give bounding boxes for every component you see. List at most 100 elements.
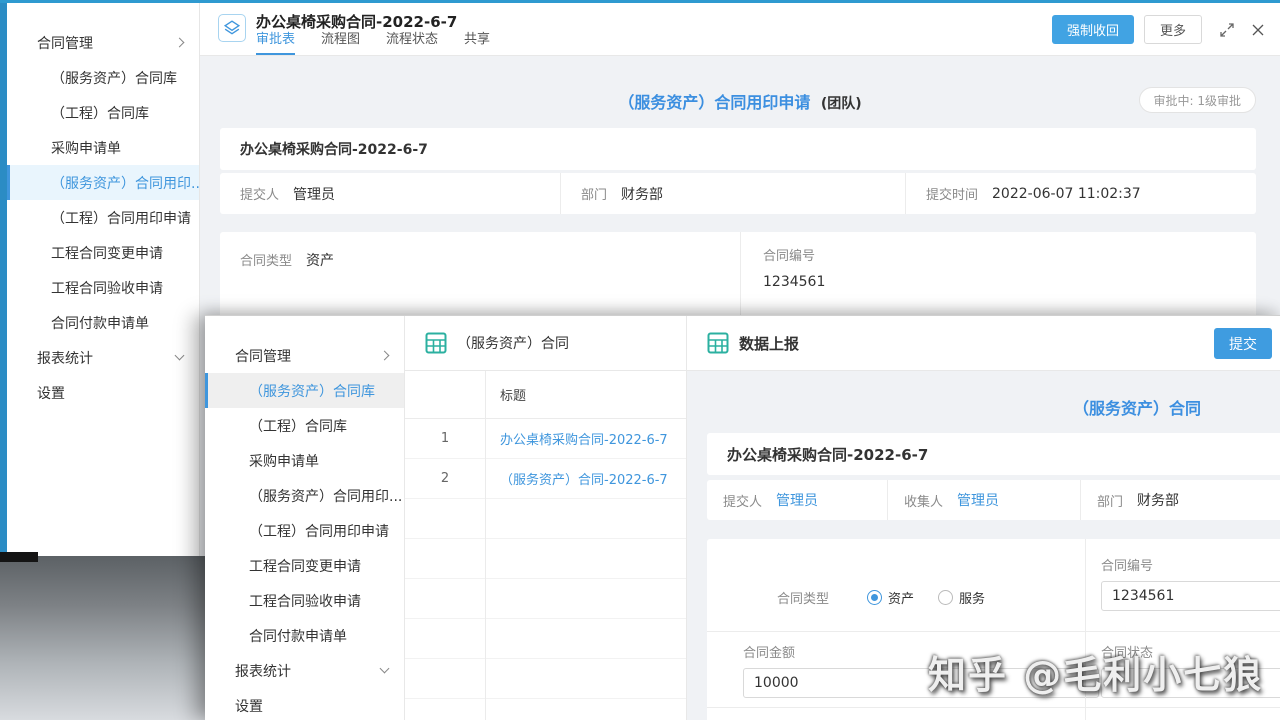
sidebar-item-contract-payment-request[interactable]: 合同付款申请单 — [7, 305, 199, 340]
tab-flow-status[interactable]: 流程状态 — [386, 28, 438, 55]
sidebar-item-engineering-contract-change[interactable]: 工程合同变更申请 — [7, 235, 199, 270]
overlay-sidebar: 合同管理 （服务资产）合同库 （工程）合同库 采购申请单 （服务资产）合同用印.… — [205, 316, 405, 720]
radio-asset[interactable]: 资产 — [867, 588, 914, 607]
sidebar-item-settings[interactable]: 设置 — [7, 375, 199, 410]
detail-dept-label: 部门 — [1097, 494, 1124, 510]
sidebar-item-engineering-contract-library[interactable]: （工程）合同库 — [7, 95, 199, 130]
table-row-empty — [405, 619, 686, 659]
ov-sidebar-item-report-statistics[interactable]: 报表统计 — [205, 653, 404, 688]
table-icon — [707, 332, 729, 354]
contract-link[interactable]: 办公桌椅采购合同-2022-6-7 — [485, 429, 668, 448]
window-accent-line — [0, 0, 1280, 3]
contract-table: 标题 1 办公桌椅采购合同-2022-6-7 2 （服务资产）合同-2022-6… — [405, 371, 686, 720]
submitter-value: 管理员 — [293, 186, 336, 203]
table-row-empty — [405, 659, 686, 699]
window-tabs: 审批表 流程图 流程状态 共享 — [256, 28, 490, 55]
table-icon — [425, 332, 447, 354]
approval-window-header: 办公桌椅采购合同-2022-6-7 审批表 流程图 流程状态 共享 强制收回 更… — [200, 3, 1280, 56]
radio-service[interactable]: 服务 — [938, 588, 985, 607]
contract-no-label: 合同编号 — [1101, 559, 1154, 574]
table-column-divider — [485, 371, 486, 720]
approval-page-title: （服务资产）合同用印申请 (团队) — [200, 89, 1280, 113]
left-edge-strip — [0, 0, 7, 552]
table-row[interactable]: 1 办公桌椅采购合同-2022-6-7 — [405, 419, 686, 459]
tab-approval-form[interactable]: 审批表 — [256, 28, 296, 55]
detail-contract-title-card: 办公桌椅采购合同-2022-6-7 — [707, 433, 1280, 475]
contract-no-field: 合同编号 — [1085, 539, 1280, 631]
approval-page-title-suffix: (团队) — [820, 96, 862, 112]
table-row[interactable]: 2 （服务资产）合同-2022-6-7 — [405, 459, 686, 499]
table-header-row: 标题 — [405, 371, 686, 419]
contract-no-label: 合同编号 — [763, 249, 816, 264]
contract-no-value: 1234561 — [763, 274, 826, 290]
ov-sidebar-item-contract-management[interactable]: 合同管理 — [205, 338, 404, 373]
paid-amount-field: 已付金额 — [707, 708, 1085, 720]
form-row-paid-unpaid: 已付金额 未付金额 — [707, 708, 1280, 720]
fullscreen-button[interactable] — [1220, 22, 1234, 37]
row-index: 1 — [440, 431, 450, 446]
approval-page-title-text: （服务资产）合同用印申请 — [618, 93, 811, 112]
ov-sidebar-item-contract-payment-request[interactable]: 合同付款申请单 — [205, 618, 404, 653]
window-actions: 强制收回 更多 — [1051, 15, 1264, 44]
ov-sidebar-item-engineering-contract-seal[interactable]: （工程）合同用印申请 — [205, 513, 404, 548]
desktop-black-bar — [0, 552, 38, 562]
contract-status-input[interactable] — [1101, 668, 1280, 698]
contract-no-input[interactable] — [1101, 581, 1280, 611]
radio-dot — [938, 589, 954, 605]
data-report-body: （服务资产）合同 办公桌椅采购合同-2022-6-7 提交人 管理员 收集人 管… — [687, 371, 1280, 720]
sidebar-item-service-asset-contract-library[interactable]: （服务资产）合同库 — [7, 60, 199, 95]
ov-sidebar-item-purchase-request[interactable]: 采购申请单 — [205, 443, 404, 478]
ov-sidebar-item-engineering-contract-library[interactable]: （工程）合同库 — [205, 408, 404, 443]
submit-time-cell: 提交时间 2022-06-07 11:02:37 — [905, 173, 1256, 214]
force-recall-button[interactable]: 强制收回 — [1051, 15, 1134, 44]
detail-submitter-label: 提交人 — [723, 494, 763, 510]
contract-amount-label: 合同金额 — [743, 646, 796, 661]
submitter-label: 提交人 — [240, 188, 280, 203]
sidebar-item-report-statistics[interactable]: 报表统计 — [7, 340, 199, 375]
expand-icon — [1220, 22, 1234, 37]
ov-sidebar-item-engineering-contract-change[interactable]: 工程合同变更申请 — [205, 548, 404, 583]
sidebar-item-purchase-request[interactable]: 采购申请单 — [7, 130, 199, 165]
table-row-empty — [405, 539, 686, 579]
detail-dept-value: 财务部 — [1137, 493, 1180, 509]
detail-collector-label: 收集人 — [904, 494, 944, 510]
radio-dot — [867, 589, 883, 605]
close-icon — [1252, 24, 1264, 35]
close-button[interactable] — [1252, 24, 1264, 36]
detail-collector-link[interactable]: 管理员 — [957, 490, 999, 510]
data-report-title: 数据上报 — [739, 334, 800, 353]
contract-doc-icon — [218, 14, 246, 42]
ov-sidebar-item-settings[interactable]: 设置 — [205, 688, 404, 720]
sidebar-item-label: 报表统计 — [235, 663, 291, 680]
row-index: 2 — [440, 471, 450, 486]
sidebar-item-service-asset-contract-seal[interactable]: （服务资产）合同用印... — [7, 165, 199, 200]
contract-amount-input[interactable] — [743, 668, 1099, 698]
ov-sidebar-item-engineering-contract-acceptance[interactable]: 工程合同验收申请 — [205, 583, 404, 618]
contract-status-field: 合同状态 — [1085, 632, 1280, 707]
dept-value: 财务部 — [621, 186, 664, 203]
sidebar-item-engineering-contract-acceptance[interactable]: 工程合同验收申请 — [7, 270, 199, 305]
ov-sidebar-item-service-asset-contract-seal[interactable]: （服务资产）合同用印... — [205, 478, 404, 513]
data-report-header: 数据上报 提交 — [687, 316, 1280, 371]
contract-link[interactable]: （服务资产）合同-2022-6-7 — [485, 469, 668, 488]
ov-sidebar-item-service-asset-contract-library[interactable]: （服务资产）合同库 — [205, 373, 404, 408]
submit-info-row: 提交人 管理员 部门 财务部 提交时间 2022-06-07 11:02:37 — [220, 173, 1256, 214]
contract-title-card: 办公桌椅采购合同-2022-6-7 — [220, 128, 1256, 170]
sidebar-item-contract-management[interactable]: 合同管理 — [7, 25, 199, 60]
table-title-header: 标题 — [500, 389, 527, 404]
tab-share[interactable]: 共享 — [464, 28, 490, 55]
detail-submitter-link[interactable]: 管理员 — [776, 490, 818, 510]
tab-flow-chart[interactable]: 流程图 — [321, 28, 360, 55]
sidebar-item-label: 报表统计 — [37, 350, 93, 367]
desktop-shadow-area — [0, 556, 205, 720]
detail-collector-cell: 收集人 管理员 — [887, 480, 1080, 520]
dept-label: 部门 — [581, 188, 608, 203]
data-report-window: 合同管理 （服务资产）合同库 （工程）合同库 采购申请单 （服务资产）合同用印.… — [205, 315, 1280, 720]
chevron-down-icon — [379, 663, 390, 674]
contract-type-label: 合同类型 — [777, 591, 830, 607]
submit-button[interactable]: 提交 — [1214, 328, 1272, 359]
detail-dept-cell: 部门 财务部 — [1080, 480, 1280, 520]
more-button[interactable]: 更多 — [1143, 15, 1202, 44]
unpaid-amount-field: 未付金额 — [1085, 708, 1280, 720]
sidebar-item-engineering-contract-seal[interactable]: （工程）合同用印申请 — [7, 200, 199, 235]
